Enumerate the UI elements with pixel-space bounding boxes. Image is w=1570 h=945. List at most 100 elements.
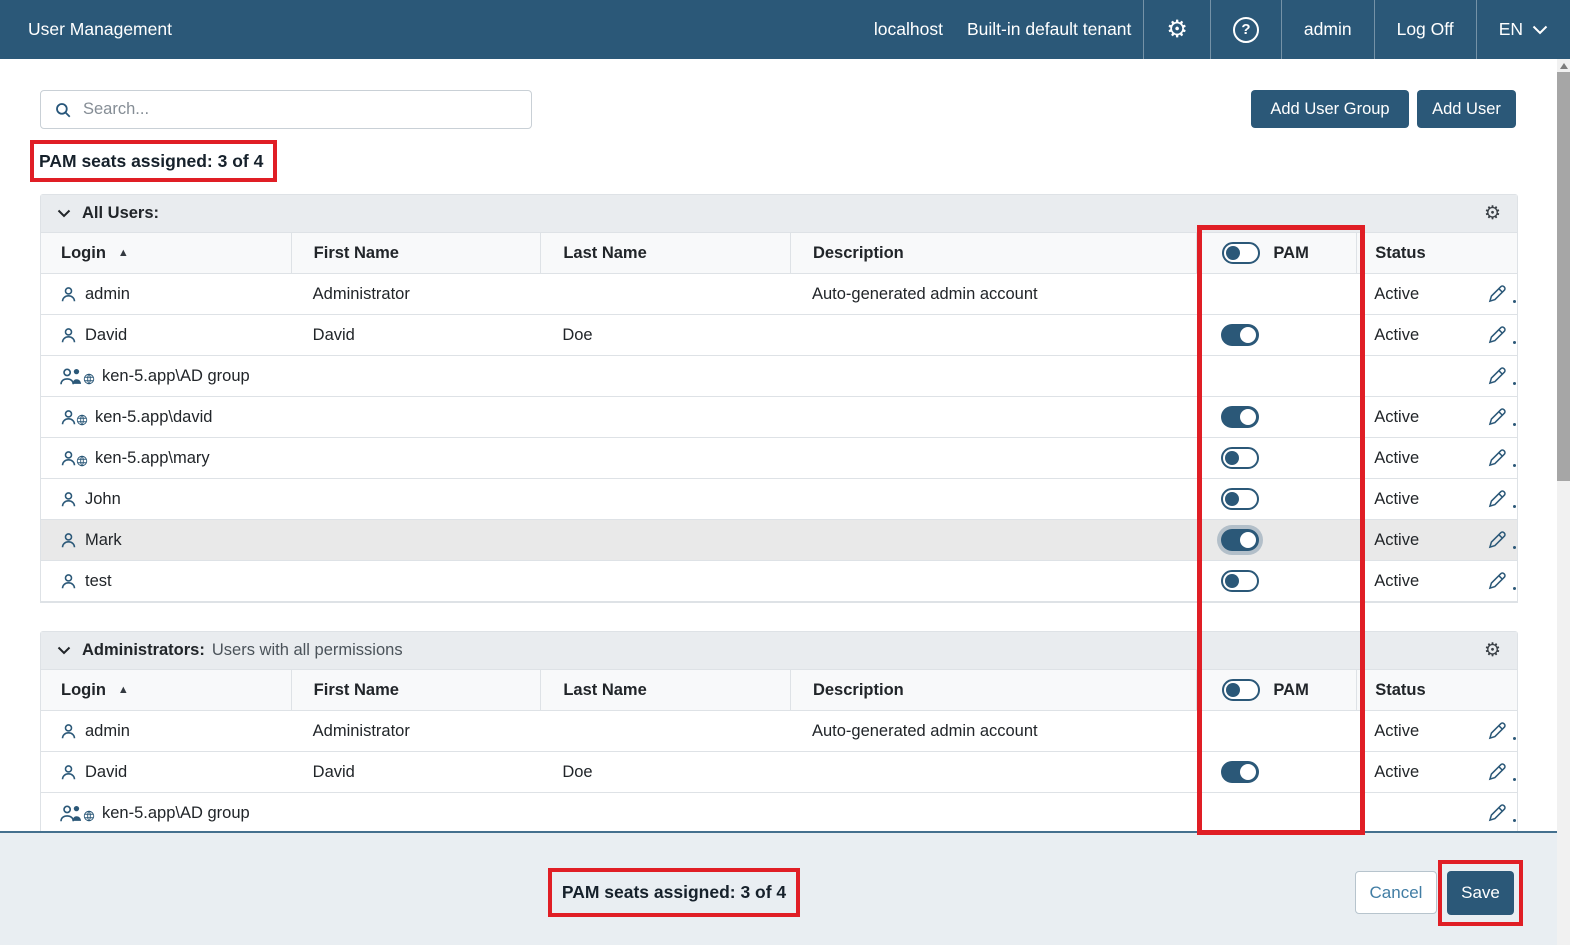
save-button[interactable]: Save [1447,871,1514,915]
table-settings-gear-icon[interactable]: ⚙ [1484,204,1501,223]
table-row[interactable]: MarkActive [41,520,1517,561]
edit-icon[interactable] [1487,325,1507,345]
pam-master-toggle[interactable] [1222,679,1260,701]
column-header-row: Login ▲ First Name Last Name Description… [41,670,1517,711]
edit-icon[interactable] [1487,284,1507,304]
vertical-scrollbar[interactable] [1557,59,1570,945]
column-first-name[interactable]: First Name [291,670,541,710]
first-name-cell [291,561,541,601]
column-status[interactable]: Status [1356,233,1517,273]
column-login[interactable]: Login ▲ [41,233,291,273]
edit-icon[interactable] [1487,571,1507,591]
pam-toggle[interactable] [1221,406,1259,428]
pam-toggle[interactable] [1221,447,1259,469]
clipped-icon [1513,546,1516,549]
edit-icon[interactable] [1487,721,1507,741]
description-cell [790,315,1196,355]
column-last-name[interactable]: Last Name [540,670,790,710]
column-status-label: Status [1375,244,1425,263]
search-input[interactable] [83,100,518,119]
table-row[interactable]: DavidDavidDoeActive [41,752,1517,793]
column-status-label: Status [1375,681,1425,700]
pam-toggle[interactable] [1221,488,1259,510]
pam-toggle[interactable] [1221,570,1259,592]
scrollbar-thumb[interactable] [1557,72,1570,481]
table-row[interactable]: adminAdministratorAuto-generated admin a… [41,711,1517,752]
language-label: EN [1499,19,1523,40]
add-user-button[interactable]: Add User [1417,90,1516,128]
first-name-cell: Administrator [291,711,541,751]
table-row[interactable]: DavidDavidDoeActive [41,315,1517,356]
clipped-icon [1513,341,1516,344]
description-cell [790,561,1196,601]
pam-cell [1196,479,1356,519]
description-cell [790,356,1196,396]
search-box[interactable] [40,90,532,129]
pam-cell [1196,274,1356,314]
section-title: Administrators: [82,641,205,660]
table-row[interactable]: JohnActive [41,479,1517,520]
edit-icon[interactable] [1487,530,1507,550]
table-settings-gear-icon[interactable]: ⚙ [1484,641,1501,660]
pam-cell [1196,752,1356,792]
status-cell: Active [1356,438,1517,478]
column-last-name-label: Last Name [563,244,646,263]
edit-icon[interactable] [1487,448,1507,468]
table-row[interactable]: testActive [41,561,1517,602]
settings-button[interactable]: ⚙ [1143,0,1210,59]
cancel-button[interactable]: Cancel [1355,871,1437,914]
pam-seats-banner-top: PAM seats assigned: 3 of 4 [30,140,277,182]
clipped-icon [1513,819,1516,822]
column-pam-label: PAM [1273,244,1308,263]
last-name-cell [540,479,790,519]
table-row[interactable]: ken-5.app\davidActive [41,397,1517,438]
description-cell: Auto-generated admin account [790,274,1196,314]
language-menu[interactable]: EN [1476,0,1570,59]
all-users-rows: adminAdministratorAuto-generated admin a… [41,274,1517,602]
table-row[interactable]: ken-5.app\AD group [41,793,1517,834]
column-header-row: Login ▲ First Name Last Name Description… [41,233,1517,274]
table-row[interactable]: ken-5.app\maryActive [41,438,1517,479]
add-user-group-button[interactable]: Add User Group [1251,90,1409,128]
table-row[interactable]: ken-5.app\AD group [41,356,1517,397]
column-status[interactable]: Status [1356,670,1517,710]
login-cell: David [41,315,291,355]
edit-icon[interactable] [1487,489,1507,509]
help-button[interactable]: ? [1210,0,1281,59]
description-cell [790,397,1196,437]
edit-icon[interactable] [1487,762,1507,782]
column-first-name[interactable]: First Name [291,233,541,273]
collapse-chevron-icon[interactable] [57,209,71,218]
column-pam[interactable]: PAM [1196,233,1356,273]
administrators-section-header[interactable]: Administrators: Users with all permissio… [41,632,1517,670]
edit-icon[interactable] [1487,366,1507,386]
column-first-name-label: First Name [314,244,399,263]
login-cell: Mark [41,520,291,560]
pam-toggle[interactable] [1221,324,1259,346]
column-login[interactable]: Login ▲ [41,670,291,710]
clipped-icon [1513,505,1516,508]
scrollbar-up-arrow[interactable] [1560,63,1568,69]
login-cell: ken-5.app\AD group [41,793,291,833]
edit-icon[interactable] [1487,803,1507,823]
search-icon [54,101,72,119]
host-label: localhost [862,19,955,40]
first-name-cell [291,356,541,396]
collapse-chevron-icon[interactable] [57,646,71,655]
pam-master-toggle[interactable] [1222,242,1260,264]
gear-icon: ⚙ [1166,18,1188,42]
column-last-name[interactable]: Last Name [540,233,790,273]
edit-icon[interactable] [1487,407,1507,427]
column-description[interactable]: Description [790,233,1196,273]
status-cell: Active [1356,274,1517,314]
column-pam[interactable]: PAM [1196,670,1356,710]
log-off-button[interactable]: Log Off [1374,0,1476,59]
login-text: ken-5.app\david [95,408,212,427]
pam-toggle[interactable] [1221,529,1259,551]
all-users-table: All Users: ⚙ Login ▲ First Name Last Nam… [40,194,1518,603]
column-description[interactable]: Description [790,670,1196,710]
all-users-section-header[interactable]: All Users: ⚙ [41,195,1517,233]
current-user-menu[interactable]: admin [1281,0,1374,59]
table-row[interactable]: adminAdministratorAuto-generated admin a… [41,274,1517,315]
pam-toggle[interactable] [1221,761,1259,783]
